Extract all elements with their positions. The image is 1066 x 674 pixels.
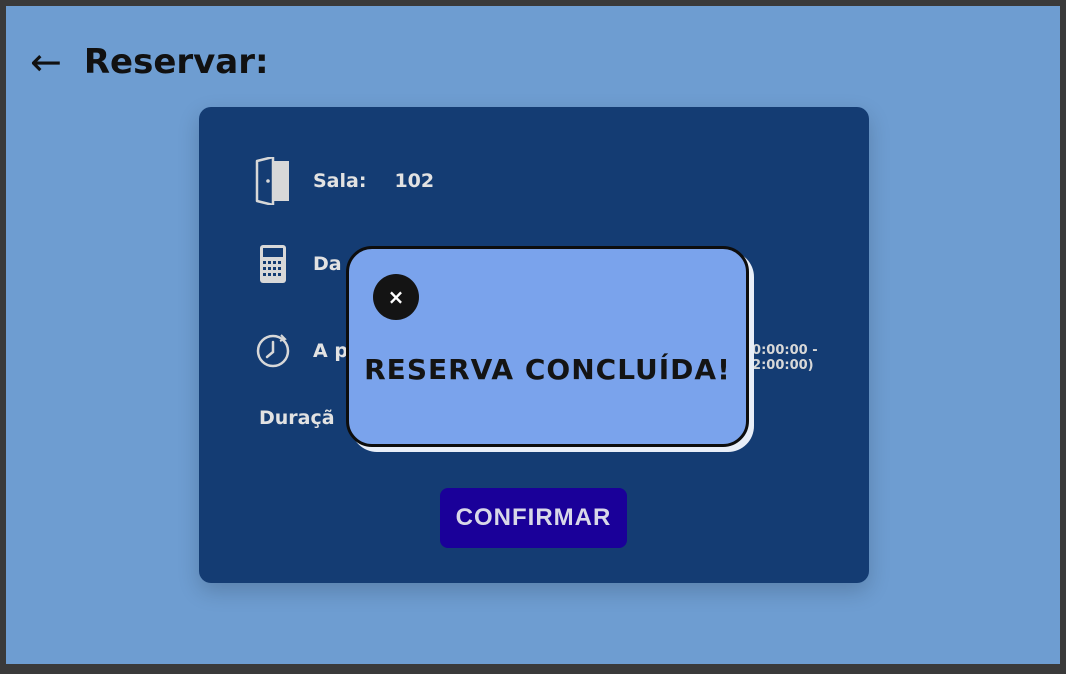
room-value: 102	[394, 170, 435, 192]
close-icon[interactable]: ×	[373, 274, 419, 320]
back-arrow-icon[interactable]: ←	[30, 43, 62, 81]
start-time-row: A p	[255, 327, 348, 375]
modal-message: RESERVA CONCLUÍDA!	[364, 353, 731, 386]
time-slot-note: 10:00:00 - 12:00:00)	[743, 343, 818, 373]
door-icon	[255, 157, 291, 205]
clock-icon	[255, 327, 291, 375]
calculator-icon	[255, 240, 291, 288]
room-label: Sala:	[313, 170, 367, 192]
page-header: ← Reservar:	[30, 42, 269, 82]
page-title: Reservar:	[83, 42, 269, 82]
duration-label: Duraçã	[259, 407, 335, 429]
room-row: Sala: 102	[255, 157, 434, 205]
date-row: Da	[255, 240, 342, 288]
duration-row: Duraçã	[259, 407, 335, 429]
app-frame: ← Reservar: Sala: 102 Da A p 10:00:00 - …	[6, 6, 1060, 664]
start-time-label: A p	[313, 340, 348, 362]
confirm-button[interactable]: CONFIRMAR	[440, 488, 627, 548]
date-label: Da	[313, 253, 342, 275]
success-modal: × RESERVA CONCLUÍDA!	[346, 246, 749, 447]
